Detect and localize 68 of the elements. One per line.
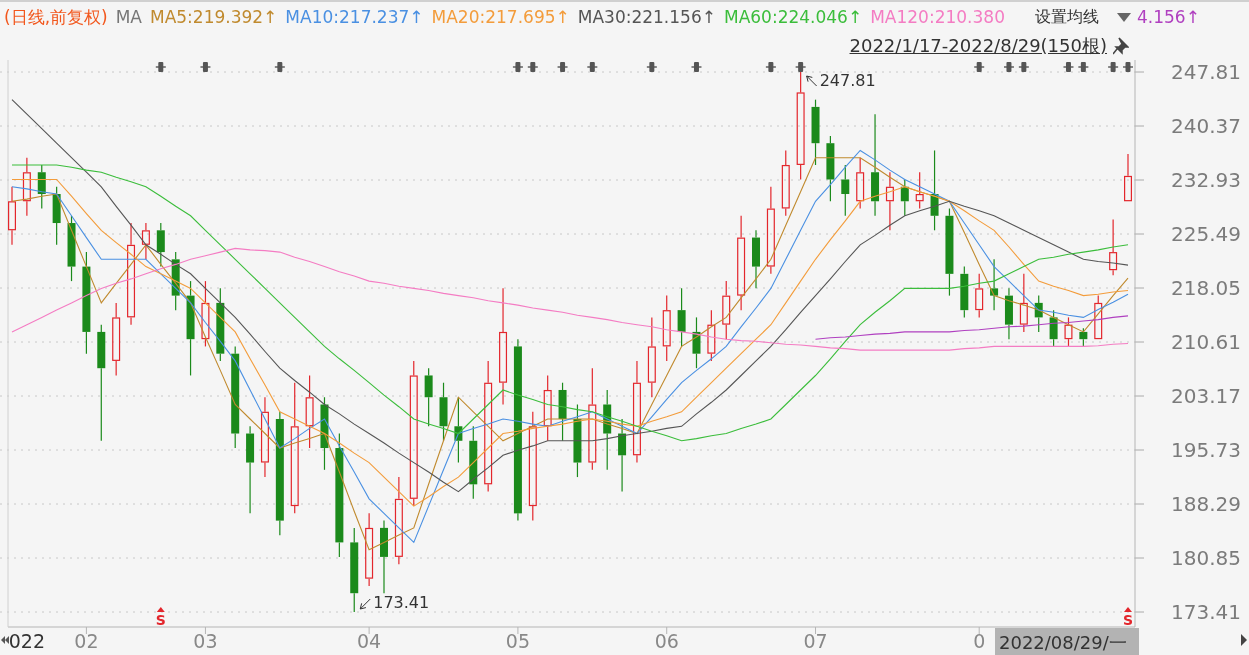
axis-label: 173.41	[1171, 600, 1241, 624]
event-marker-icon[interactable]	[274, 62, 286, 72]
event-marker-icon[interactable]	[199, 62, 212, 72]
axis-label: 195.73	[1171, 438, 1241, 462]
event-marker-icon[interactable]	[527, 62, 539, 72]
price-extreme-label: 173.41	[373, 593, 430, 612]
axis-label: 05	[505, 630, 530, 652]
axis-label: 210.61	[1171, 330, 1241, 354]
candlestick	[692, 316, 701, 369]
event-marker-icon[interactable]	[1077, 62, 1090, 72]
date-range-link[interactable]: 2022/1/17-2022/8/29(150根)	[849, 34, 1107, 58]
candlestick	[1004, 287, 1013, 340]
event-marker-icon[interactable]	[586, 62, 599, 72]
candlestick	[201, 280, 210, 348]
scroll-right-icon[interactable]	[1241, 634, 1247, 646]
indicator-label: MA	[115, 7, 142, 27]
event-marker-icon[interactable]	[765, 62, 777, 72]
event-marker-icon[interactable]	[1122, 62, 1134, 72]
candlestick	[1064, 316, 1073, 348]
event-marker-icon[interactable]	[556, 62, 569, 72]
candlestick	[558, 382, 567, 442]
axis-label: 02	[74, 630, 99, 652]
axis-label: 07	[803, 630, 828, 652]
candlestick	[1124, 153, 1132, 202]
price-extreme-label: 247.81	[819, 71, 876, 90]
event-marker-icon[interactable]	[1107, 62, 1119, 72]
event-marker-icon[interactable]	[794, 62, 807, 72]
axis-label: 240.37	[1171, 114, 1241, 138]
dropdown-caret-icon[interactable]	[1117, 12, 1131, 22]
moving-average-value: 4.156↑	[1136, 7, 1200, 27]
moving-average-value: MA20:217.695↑	[431, 7, 570, 27]
pin-icon[interactable]	[1113, 37, 1129, 55]
axis-label: 188.29	[1171, 492, 1241, 516]
event-marker-icon[interactable]	[1003, 62, 1015, 72]
event-marker-icon[interactable]	[973, 62, 985, 72]
event-marker-icon[interactable]	[646, 62, 658, 72]
axis-label: 06	[654, 630, 679, 652]
axis-label: 180.85	[1171, 546, 1241, 570]
event-marker-icon[interactable]	[512, 62, 524, 72]
candlestick	[156, 222, 165, 268]
event-marker-icon[interactable]	[1062, 62, 1075, 72]
event-marker-icon[interactable]	[690, 62, 703, 72]
axis-label: 218.05	[1171, 276, 1241, 300]
moving-average-value: MA10:217.237↑	[285, 7, 424, 27]
moving-average-value: MA5:219.392↑	[149, 7, 278, 27]
candlestick	[975, 273, 984, 318]
arrow-icon	[806, 75, 818, 87]
axis-label: 04	[357, 630, 382, 652]
ma-settings-link[interactable]: 设置均线	[1035, 6, 1099, 28]
arrow-icon	[359, 598, 371, 610]
chart-mode-label: (日线,前复权)	[4, 5, 108, 29]
rewind-icon[interactable]	[1, 636, 9, 644]
candlestick	[1109, 218, 1118, 276]
candlestick	[1079, 327, 1088, 348]
axis-label: 232.93	[1171, 168, 1241, 192]
candlestick	[1019, 273, 1028, 333]
moving-average-value: MA120:210.380	[870, 7, 1005, 27]
moving-average-value: MA60:224.046↑	[723, 7, 863, 27]
event-marker-icon[interactable]	[155, 62, 167, 72]
axis-label: 0	[973, 630, 986, 652]
axis-label: 203.17	[1171, 384, 1241, 408]
axis-label: 225.49	[1171, 222, 1241, 246]
event-marker-icon[interactable]	[1018, 62, 1030, 72]
moving-average-value: MA30:221.156↑	[577, 7, 716, 27]
axis-label: 022	[8, 630, 45, 652]
axis-label: 247.81	[1171, 60, 1241, 84]
cursor-date-label: 2022/08/29/一	[995, 628, 1139, 655]
axis-label: 03	[193, 630, 218, 652]
